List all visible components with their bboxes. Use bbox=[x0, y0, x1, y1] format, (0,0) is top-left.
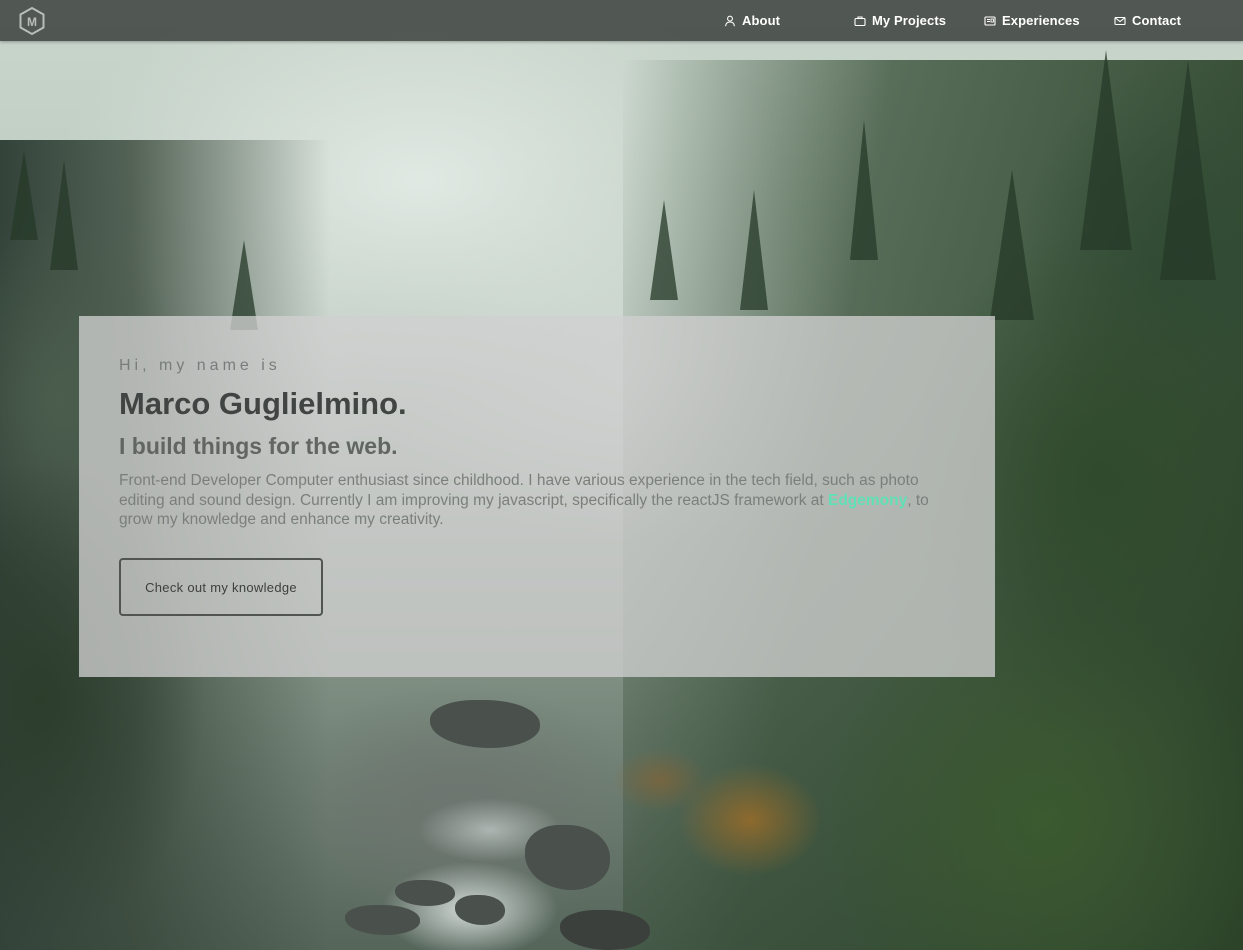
pine-tree bbox=[50, 160, 78, 270]
pine-tree bbox=[650, 200, 678, 300]
bio-text-before: Front-end Developer Computer enthusiast … bbox=[119, 472, 919, 509]
company-link[interactable]: Edgemony bbox=[828, 492, 907, 509]
pine-tree bbox=[10, 150, 38, 240]
briefcase-icon bbox=[854, 15, 866, 26]
pine-tree bbox=[850, 120, 878, 260]
logo-hexagon[interactable]: M bbox=[18, 6, 46, 36]
pine-tree bbox=[1160, 60, 1216, 280]
nav-contact[interactable]: Contact bbox=[1114, 0, 1181, 41]
hero-card: Hi, my name is Marco Guglielmino. I buil… bbox=[79, 316, 995, 677]
greeting-text: Hi, my name is bbox=[119, 357, 281, 374]
top-navbar: M About My Projects Experiences Contact bbox=[0, 0, 1243, 41]
id-card-icon bbox=[984, 15, 996, 26]
nav-experiences[interactable]: Experiences bbox=[984, 0, 1080, 41]
user-icon bbox=[725, 15, 735, 26]
pine-tree bbox=[990, 170, 1034, 320]
pine-tree bbox=[1080, 50, 1132, 250]
pine-tree bbox=[740, 190, 768, 310]
nav-about[interactable]: About bbox=[724, 0, 780, 41]
nav-experiences-label: Experiences bbox=[1002, 13, 1080, 28]
name-heading: Marco Guglielmino. bbox=[119, 386, 407, 421]
nav-contact-label: Contact bbox=[1132, 13, 1182, 28]
hexagon-logo-icon: M bbox=[19, 6, 45, 36]
nav-about-label: About bbox=[742, 13, 781, 28]
mail-icon bbox=[1114, 16, 1126, 25]
check-knowledge-button[interactable]: Check out my knowledge bbox=[119, 558, 323, 616]
logo-letter: M bbox=[27, 15, 37, 29]
nav-my-projects-label: My Projects bbox=[872, 13, 947, 28]
bio-paragraph: Front-end Developer Computer enthusiast … bbox=[119, 471, 949, 530]
nav-my-projects[interactable]: My Projects bbox=[854, 0, 946, 41]
tagline-heading: I build things for the web. bbox=[119, 433, 398, 459]
autumn-trees bbox=[600, 720, 860, 900]
